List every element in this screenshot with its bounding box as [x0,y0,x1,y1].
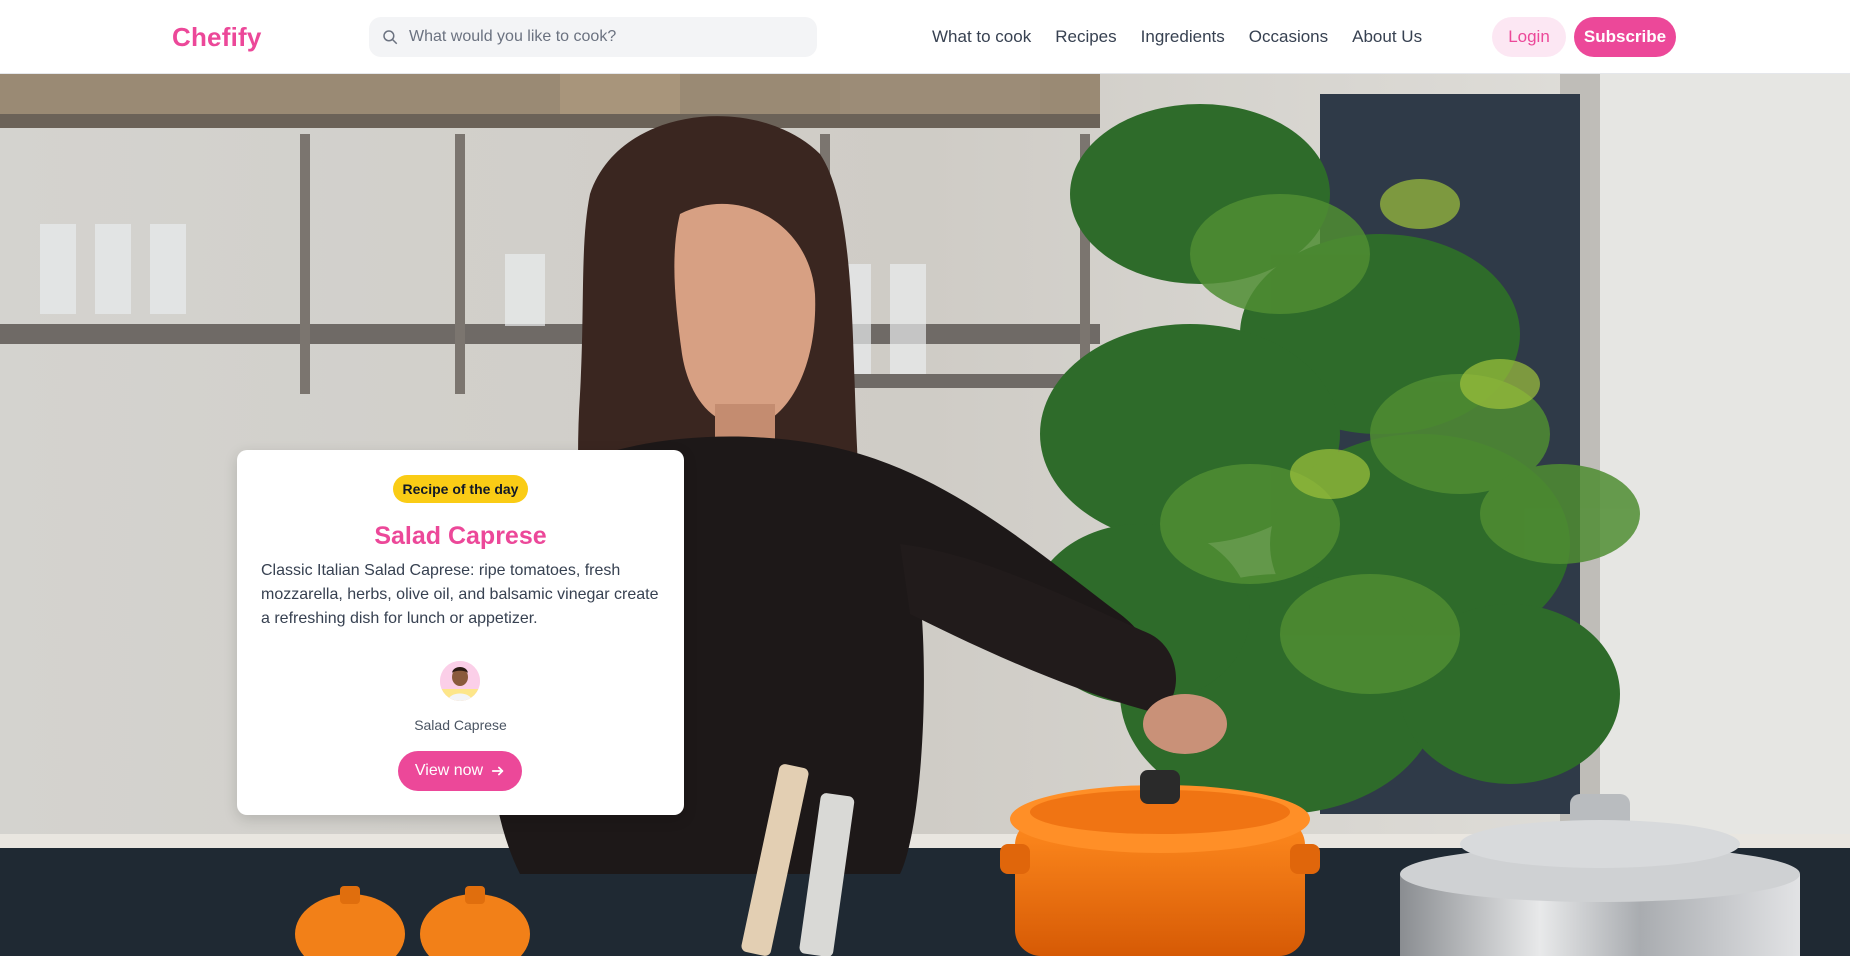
avatar[interactable] [440,661,480,701]
recipe-description: Classic Italian Salad Caprese: ripe toma… [261,562,659,627]
search-bar[interactable] [369,17,817,57]
nav-about-us[interactable]: About Us [1352,26,1422,48]
recipe-author: Salad Caprese [414,717,507,733]
nav-ingredients[interactable]: Ingredients [1141,26,1225,48]
subscribe-button[interactable]: Subscribe [1574,17,1676,57]
nav-recipes[interactable]: Recipes [1055,26,1116,48]
nav-occasions[interactable]: Occasions [1249,26,1328,48]
site-header: Chefify What to cook Recipes Ingredients… [0,0,1850,74]
nav-what-to-cook[interactable]: What to cook [932,26,1031,48]
recipe-of-the-day-badge: Recipe of the day [393,475,528,503]
search-input[interactable] [409,17,809,57]
recipe-title[interactable]: Salad Caprese [237,520,684,552]
login-button[interactable]: Login [1492,17,1566,57]
arrow-right-icon [491,766,504,776]
search-icon [383,30,398,45]
logo[interactable]: Chefify [172,22,262,52]
recipe-card: Recipe of the day Salad Caprese Classic … [237,450,684,815]
view-now-label: View now [414,762,484,779]
avatar-image [440,661,480,701]
view-now-button[interactable]: View now [398,751,522,791]
main-nav: What to cook Recipes Ingredients Occasio… [932,26,1422,48]
